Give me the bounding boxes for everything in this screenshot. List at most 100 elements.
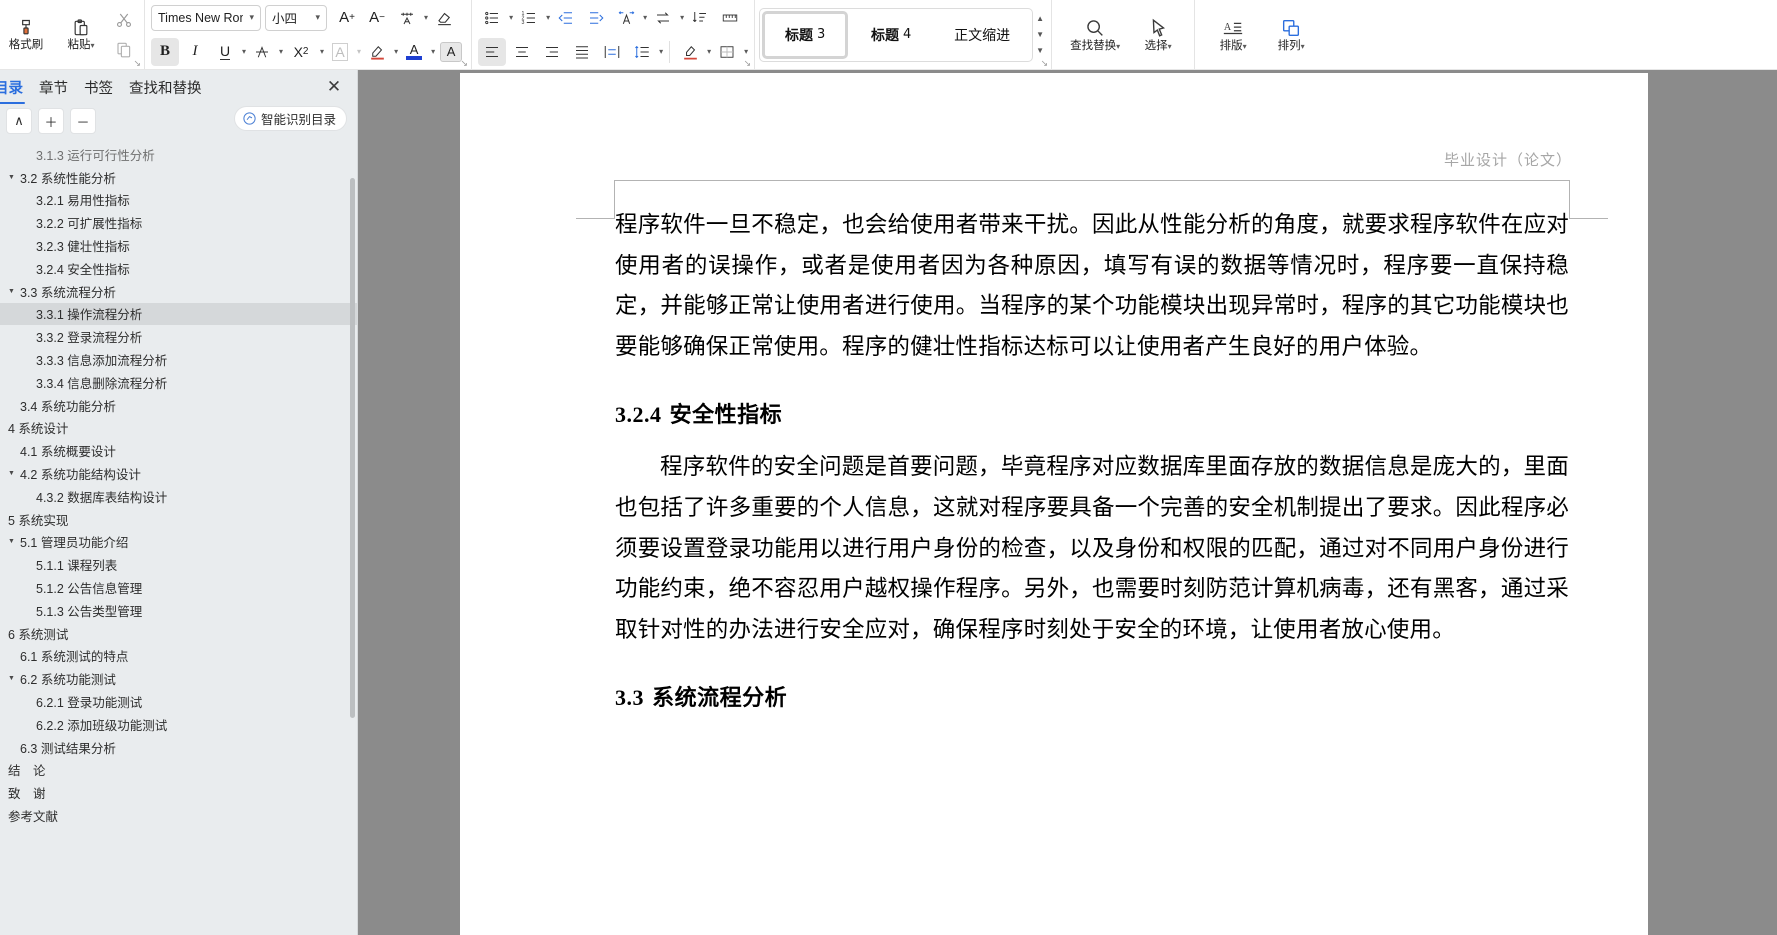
toc-item[interactable]: 结 论 bbox=[0, 759, 357, 782]
style-item-heading3[interactable]: 标题 3 bbox=[762, 10, 849, 59]
sidebar-tab-chapters[interactable]: 章节 bbox=[31, 75, 76, 103]
collapse-all-button[interactable]: ∧ bbox=[6, 108, 32, 134]
toc-expander-icon[interactable]: ▼ bbox=[8, 174, 15, 181]
toc-item[interactable]: 6 系统测试 bbox=[0, 622, 357, 645]
chevron-down-icon[interactable]: ▾ bbox=[431, 47, 435, 56]
font-size-combobox[interactable]: 小四 ▾ bbox=[265, 4, 327, 31]
toc-item[interactable]: 3.3.1 操作流程分析 bbox=[0, 302, 357, 326]
styles-scroll-down-icon[interactable]: ▼ bbox=[1036, 30, 1044, 39]
document-paragraph[interactable]: 程序软件的安全问题是首要问题，毕竟程序对应数据库里面存放的数据信息是庞大的，里面… bbox=[615, 447, 1569, 650]
typesetting-button[interactable]: A 排版▾ bbox=[1207, 8, 1259, 62]
styles-gallery[interactable]: 标题 3 标题 4 正文缩进 bbox=[759, 7, 1034, 62]
styles-scroll-up-icon[interactable]: ▲ bbox=[1036, 14, 1044, 23]
chevron-down-icon[interactable]: ▾ bbox=[546, 13, 550, 22]
pinyin-guide-button[interactable] bbox=[393, 4, 421, 32]
italic-button[interactable]: I bbox=[181, 38, 209, 66]
paragraph-shading-button[interactable] bbox=[676, 38, 704, 66]
chevron-down-icon[interactable]: ▾ bbox=[1301, 42, 1305, 51]
smart-toc-button[interactable]: 智能识别目录 bbox=[233, 106, 347, 131]
show-formatting-marks-button[interactable] bbox=[716, 4, 744, 32]
chevron-down-icon[interactable]: ▾ bbox=[680, 13, 684, 22]
font-color-button[interactable]: A bbox=[400, 38, 428, 66]
toc-item[interactable]: 5.1.2 公告信息管理 bbox=[0, 576, 357, 599]
chevron-down-icon[interactable]: ▾ bbox=[357, 47, 361, 56]
arrange-button[interactable]: 排列▾ bbox=[1265, 8, 1317, 62]
format-painter-button[interactable]: 格式刷 bbox=[0, 8, 52, 62]
toc-item[interactable]: 4.1 系统概要设计 bbox=[0, 439, 357, 462]
chevron-down-icon[interactable]: ▾ bbox=[659, 47, 663, 56]
toc-item[interactable]: 参考文献 bbox=[0, 804, 357, 827]
superscript-button[interactable]: X2 bbox=[285, 38, 317, 66]
toc-item[interactable]: 3.4 系统功能分析 bbox=[0, 394, 357, 417]
bullet-list-button[interactable] bbox=[478, 4, 506, 32]
decrease-indent-button[interactable] bbox=[552, 4, 580, 32]
chevron-down-icon[interactable]: ▾ bbox=[744, 47, 748, 56]
toc-item[interactable]: ▼ 3.2 系统性能分析 bbox=[0, 166, 357, 189]
distribute-text-button[interactable] bbox=[598, 38, 626, 66]
align-left-button[interactable] bbox=[478, 37, 507, 66]
paste-button[interactable]: 粘贴▾ bbox=[54, 8, 108, 62]
document-heading[interactable]: 3.2.4 安全性指标 bbox=[615, 397, 1569, 429]
styles-dialog-launcher[interactable]: ↘ bbox=[1041, 59, 1049, 68]
numbered-list-button[interactable]: 1 2 3 bbox=[515, 4, 543, 32]
align-right-button[interactable] bbox=[538, 38, 566, 66]
highlight-color-button[interactable] bbox=[363, 38, 391, 66]
clipboard-dialog-launcher[interactable]: ↘ bbox=[133, 59, 141, 68]
line-spacing-button[interactable] bbox=[628, 38, 656, 66]
toc-item[interactable]: 6.2.2 添加班级功能测试 bbox=[0, 713, 357, 736]
sort-button[interactable] bbox=[686, 4, 714, 32]
chevron-down-icon[interactable]: ▾ bbox=[707, 47, 711, 56]
document-heading[interactable]: 3.3 系统流程分析 bbox=[615, 680, 1569, 712]
chevron-down-icon[interactable]: ▾ bbox=[1116, 42, 1120, 51]
close-icon[interactable]: ✕ bbox=[323, 76, 345, 98]
select-button[interactable]: 选择▾ bbox=[1132, 8, 1184, 62]
styles-more-icon[interactable]: ▼ bbox=[1036, 46, 1044, 55]
toc-item[interactable]: 3.2.3 健壮性指标 bbox=[0, 234, 357, 257]
toc-item[interactable]: 3.3.3 信息添加流程分析 bbox=[0, 348, 357, 371]
asian-layout-button[interactable] bbox=[612, 4, 640, 32]
style-item-body-indent[interactable]: 正文缩进 bbox=[934, 11, 1030, 59]
strikethrough-button[interactable] bbox=[248, 38, 276, 66]
toc-item[interactable]: ▼ 6.2 系统功能测试 bbox=[0, 667, 357, 690]
chevron-down-icon[interactable]: ▾ bbox=[1243, 42, 1247, 51]
toc-expander-icon[interactable]: ▼ bbox=[8, 675, 15, 682]
toc-scrollbar[interactable] bbox=[350, 178, 355, 718]
paragraph-dialog-launcher[interactable]: ↘ bbox=[744, 59, 752, 68]
toc-item[interactable]: 5.1.1 课程列表 bbox=[0, 553, 357, 576]
style-item-heading4[interactable]: 标题 4 bbox=[848, 11, 934, 59]
chevron-down-icon[interactable]: ▾ bbox=[424, 13, 428, 22]
shrink-font-button[interactable]: A − bbox=[363, 4, 391, 32]
styles-scroll-controls[interactable]: ▲ ▼ ▼ bbox=[1033, 9, 1047, 61]
toc-item[interactable]: ▼ 5.1 管理员功能介绍 bbox=[0, 531, 357, 554]
chevron-down-icon[interactable]: ▾ bbox=[242, 47, 246, 56]
toc-item[interactable]: 4 系统设计 bbox=[0, 417, 357, 440]
find-replace-button[interactable]: 查找替换▾ bbox=[1062, 8, 1128, 62]
toc-item[interactable]: 6.3 测试结果分析 bbox=[0, 736, 357, 759]
increase-indent-button[interactable] bbox=[582, 4, 610, 32]
toc-expander-icon[interactable]: ▼ bbox=[8, 538, 15, 545]
char-border-button[interactable]: A bbox=[326, 38, 354, 66]
toc-expander-icon[interactable]: ▼ bbox=[8, 470, 15, 477]
toc-item[interactable]: 5 系统实现 bbox=[0, 508, 357, 531]
align-justify-button[interactable] bbox=[568, 38, 596, 66]
toc-item[interactable]: 3.1.3 运行可行性分析 bbox=[0, 143, 357, 166]
toc-item[interactable]: 3.3.4 信息删除流程分析 bbox=[0, 371, 357, 394]
chevron-down-icon[interactable]: ▾ bbox=[279, 47, 283, 56]
chevron-down-icon[interactable]: ▾ bbox=[643, 13, 647, 22]
toc-list[interactable]: 3.1.3 运行可行性分析 ▼ 3.2 系统性能分析 3.2.1 易用性指标 3.2.2… bbox=[0, 143, 357, 935]
sidebar-tab-bookmarks[interactable]: 书签 bbox=[76, 75, 121, 103]
chevron-down-icon[interactable]: ▾ bbox=[394, 47, 398, 56]
align-center-button[interactable] bbox=[508, 38, 536, 66]
toc-item[interactable]: 3.2.2 可扩展性指标 bbox=[0, 211, 357, 234]
bold-button[interactable]: B bbox=[151, 37, 179, 66]
document-page[interactable]: 毕业设计（论文） 程序软件一旦不稳定，也会给使用者带来干扰。因此从性能分析的角度… bbox=[460, 73, 1648, 935]
toc-item[interactable]: ▼ 4.2 系统功能结构设计 bbox=[0, 462, 357, 485]
font-dialog-launcher[interactable]: ↘ bbox=[461, 59, 469, 68]
toc-item[interactable]: 6.1 系统测试的特点 bbox=[0, 645, 357, 668]
chevron-down-icon[interactable]: ▾ bbox=[1168, 42, 1172, 51]
toc-item[interactable]: 5.1.3 公告类型管理 bbox=[0, 599, 357, 622]
chevron-down-icon[interactable]: ▾ bbox=[90, 41, 94, 50]
chevron-down-icon[interactable]: ▾ bbox=[509, 13, 513, 22]
chevron-down-icon[interactable]: ▾ bbox=[320, 47, 324, 56]
toc-item[interactable]: ▼ 3.3 系统流程分析 bbox=[0, 280, 357, 303]
